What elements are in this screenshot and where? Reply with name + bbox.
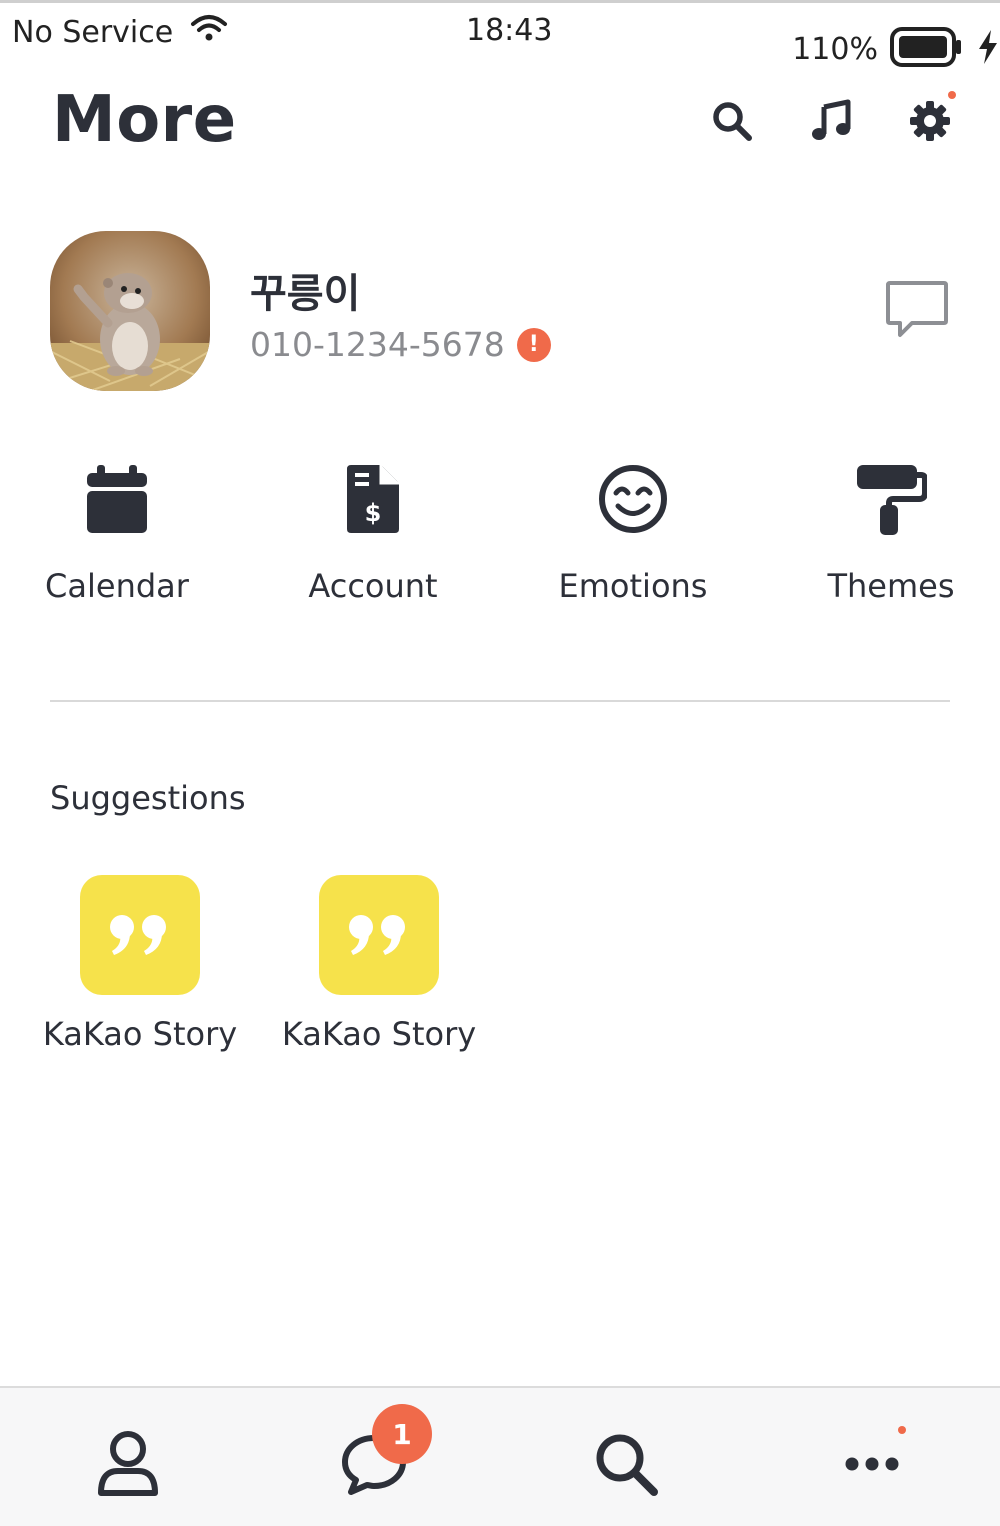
nav-more[interactable] <box>832 1424 912 1504</box>
quote-icon <box>349 915 405 955</box>
status-bar: No Service 18:43 110% <box>0 3 1000 73</box>
suggestions-title: Suggestions <box>50 779 246 817</box>
search-button[interactable] <box>708 97 756 145</box>
suggestion-tile <box>319 875 439 995</box>
calendar-label: Calendar <box>45 567 189 605</box>
music-icon <box>812 99 851 140</box>
quick-actions: Calendar $ Account Emotions Themes <box>0 459 1000 619</box>
header: More <box>0 83 1000 173</box>
themes-label: Themes <box>827 567 955 605</box>
avatar[interactable] <box>50 231 210 391</box>
account-label: Account <box>308 567 438 605</box>
unread-count-badge: 1 <box>372 1404 432 1464</box>
suggestion-kakao-story-2[interactable]: KaKao Story <box>279 875 479 1053</box>
suggestion-tile <box>80 875 200 995</box>
account-shortcut[interactable]: $ Account <box>273 459 473 605</box>
search-icon <box>596 1434 658 1496</box>
themes-shortcut[interactable]: Themes <box>791 459 991 605</box>
settings-button[interactable] <box>906 91 956 145</box>
settings-icon <box>910 101 950 141</box>
profile-phone-row: 010-1234-5678 ! <box>250 325 551 364</box>
search-icon <box>713 102 752 141</box>
paint-roller-icon <box>851 459 931 539</box>
battery-percent: 110% <box>792 31 878 67</box>
calendar-icon <box>77 459 157 539</box>
chat-bubble-icon <box>886 281 948 337</box>
page-title: More <box>52 83 237 157</box>
suggestion-kakao-story-1[interactable]: KaKao Story <box>40 875 240 1053</box>
charging-bolt-icon <box>976 29 1000 69</box>
my-profile[interactable]: 꾸릉이 010-1234-5678 ! <box>50 231 950 393</box>
carrier-label: No Service <box>12 14 174 50</box>
more-notification-dot <box>898 1426 906 1434</box>
suggestion-label: KaKao Story <box>42 1015 238 1053</box>
bottom-nav: 1 <box>0 1386 1000 1526</box>
carrier-group: No Service <box>12 13 229 51</box>
settings-notification-dot <box>948 91 956 99</box>
profile-name: 꾸릉이 <box>250 271 361 317</box>
smile-icon <box>593 459 673 539</box>
suggestion-label: KaKao Story <box>281 1015 477 1053</box>
my-chat-button[interactable] <box>884 279 950 345</box>
battery-icon <box>890 25 964 73</box>
nav-friends[interactable] <box>88 1424 168 1504</box>
user-icon <box>98 1431 158 1496</box>
profile-phone: 010-1234-5678 <box>250 325 505 364</box>
music-button[interactable] <box>808 97 856 145</box>
nav-search[interactable] <box>586 1424 666 1504</box>
ellipsis-icon <box>845 1457 899 1471</box>
calendar-shortcut[interactable]: Calendar <box>17 459 217 605</box>
battery-group: 110% <box>792 25 1000 73</box>
section-divider <box>50 700 950 702</box>
invoice-dollar-icon: $ <box>333 459 413 539</box>
emotions-label: Emotions <box>558 567 708 605</box>
svg-text:$: $ <box>365 499 382 527</box>
more-screen: No Service 18:43 110% More 꾸릉이 010-1234-… <box>0 0 1000 1526</box>
nav-chats[interactable]: 1 <box>334 1404 432 1504</box>
clock: 18:43 <box>466 13 553 48</box>
emotions-shortcut[interactable]: Emotions <box>533 459 733 605</box>
wifi-icon <box>189 13 229 51</box>
quote-icon <box>110 915 166 955</box>
alert-icon: ! <box>516 327 551 362</box>
